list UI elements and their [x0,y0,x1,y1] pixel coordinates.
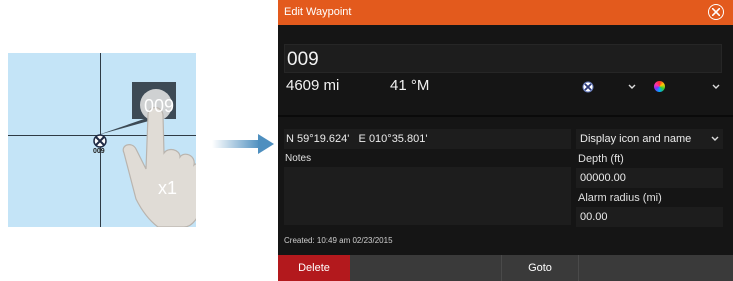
display-mode-select[interactable]: Display icon and name [576,129,723,149]
bearing-value: 41 °M [390,77,430,94]
alarm-radius-value: 00.00 [580,211,608,223]
waypoint-name-value: 009 [287,49,319,70]
empty-button-slot [351,255,502,281]
close-icon [712,8,720,16]
position-field[interactable]: N 59°19.624' E 010°35.801' [284,129,571,149]
waypoint-marker-icon [582,81,594,93]
flow-arrow-icon [212,134,274,154]
chevron-down-icon [711,136,719,141]
tap-count-label: x1 [158,178,178,198]
waypoint-marker-icon [93,134,107,148]
chart-illustration: 009 009 x1 [8,53,196,227]
chevron-down-icon [628,84,636,89]
waypoint-chart-label: 009 [93,148,105,155]
waypoint-name-field[interactable]: 009 [284,44,722,73]
depth-label: Depth (ft) [578,153,624,165]
color-wheel-icon [654,81,665,92]
section-separator [278,115,733,117]
hand-icon [122,106,196,227]
waypoint-color-select[interactable] [648,76,722,98]
created-timestamp: Created: 10:49 am 02/23/2015 [284,236,393,245]
notes-textarea[interactable] [284,167,571,225]
empty-button-slot [579,255,733,281]
chevron-down-icon [712,84,720,89]
position-value: N 59°19.624' E 010°35.801' [286,133,428,145]
popup-waypoint-name: 009 [143,96,175,116]
display-mode-value: Display icon and name [580,133,692,145]
distance-value: 4609 mi [286,77,340,94]
dialog-titlebar: Edit Waypoint [278,0,733,25]
depth-input[interactable]: 00000.00 [576,168,723,188]
alarm-radius-label: Alarm radius (mi) [578,192,662,204]
goto-button[interactable]: Goto [502,255,579,281]
notes-label: Notes [285,153,312,164]
map-graphics [93,82,196,227]
close-button[interactable] [708,4,724,20]
alarm-radius-input[interactable]: 00.00 [576,207,723,227]
delete-button[interactable]: Delete [278,255,350,281]
waypoint-icon-select[interactable] [578,76,644,98]
dialog-title: Edit Waypoint [284,6,352,18]
depth-value: 00000.00 [580,172,626,184]
edit-waypoint-dialog: Edit Waypoint 009 4609 mi 41 °M N 59°19.… [278,0,733,281]
